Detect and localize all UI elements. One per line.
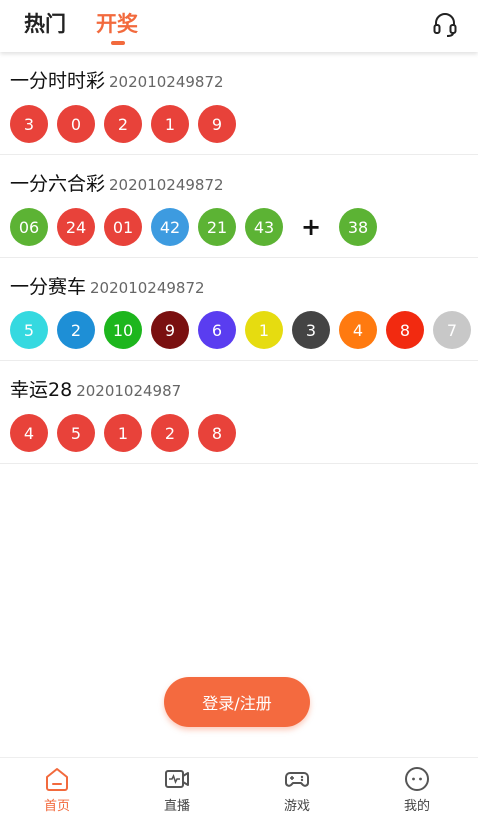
lottery-name: 一分六合彩 — [10, 173, 106, 195]
lottery-ball: 8 — [198, 414, 236, 452]
plus-separator: + — [300, 213, 322, 241]
lottery-ball: 4 — [10, 414, 48, 452]
lottery-results-list: 一分时时彩 202010249872 30219 一分六合彩 20201024987… — [0, 52, 478, 464]
gamepad-icon — [285, 772, 309, 787]
lottery-ball: 4 — [339, 311, 377, 349]
top-bar: 热门 开奖 — [0, 0, 478, 52]
nav-label: 游戏 — [283, 799, 310, 814]
ball-row: 5 2 10 9 6 1 3 4 8 7 — [10, 310, 478, 350]
nav-label: 首页 — [43, 799, 70, 814]
lottery-ball: 43 — [245, 208, 283, 246]
tab-hot[interactable]: 热门 — [24, 8, 66, 38]
nav-home[interactable]: 首页 — [17, 758, 97, 820]
nav-label: 直播 — [163, 799, 190, 814]
lottery-ball: 1 — [151, 105, 189, 143]
profile-icon — [405, 767, 429, 791]
lottery-ball: 3 — [10, 105, 48, 143]
tab-lottery-results[interactable]: 开奖 — [96, 8, 138, 38]
lottery-section[interactable]: 幸运28 20201024987 45128 — [0, 361, 478, 464]
lottery-ball: 01 — [104, 208, 142, 246]
nav-live[interactable]: 直播 — [137, 758, 217, 820]
lottery-section[interactable]: 一分时时彩 202010249872 30219 — [0, 52, 478, 155]
active-tab-indicator — [111, 41, 125, 45]
ball-row: 06 24 01 42 21 43 +38 — [10, 207, 386, 247]
lottery-ball: 3 — [292, 311, 330, 349]
lottery-ball: 21 — [198, 208, 236, 246]
lottery-section[interactable]: 一分六合彩 202010249872 06 24 01 42 21 43 +38 — [0, 155, 478, 258]
nav-mine[interactable]: 我的 — [377, 758, 457, 820]
issue-number: 202010249872 — [90, 279, 205, 297]
special-ball: 38 — [339, 208, 377, 246]
lottery-ball: 0 — [57, 105, 95, 143]
headset-icon[interactable] — [432, 12, 458, 38]
lottery-ball: 24 — [57, 208, 95, 246]
lottery-ball: 42 — [151, 208, 189, 246]
lottery-ball: 9 — [151, 311, 189, 349]
lottery-name: 一分赛车 — [10, 276, 87, 298]
issue-number: 202010249872 — [109, 176, 224, 194]
ball-row: 45128 — [10, 413, 245, 453]
lottery-ball: 5 — [10, 311, 48, 349]
lottery-ball: 2 — [151, 414, 189, 452]
lottery-ball: 1 — [104, 414, 142, 452]
lottery-name: 一分时时彩 — [10, 70, 106, 92]
live-video-icon — [165, 770, 189, 788]
lottery-section[interactable]: 一分赛车 202010249872 5 2 10 9 6 1 3 4 8 7 — [0, 258, 478, 361]
login-register-button[interactable]: 登录/注册 — [164, 677, 310, 727]
lottery-ball: 7 — [433, 311, 471, 349]
lottery-ball: 2 — [104, 105, 142, 143]
nav-games[interactable]: 游戏 — [257, 758, 337, 820]
nav-label: 我的 — [403, 799, 430, 814]
lottery-ball: 1 — [245, 311, 283, 349]
bottom-nav: 首页 直播 游戏 我的 — [0, 757, 478, 820]
lottery-ball: 06 — [10, 208, 48, 246]
lottery-ball: 5 — [57, 414, 95, 452]
issue-number: 20201024987 — [76, 382, 182, 400]
lottery-ball: 8 — [386, 311, 424, 349]
issue-number: 202010249872 — [109, 73, 224, 91]
home-icon — [46, 768, 68, 791]
lottery-ball: 2 — [57, 311, 95, 349]
lottery-ball: 10 — [104, 311, 142, 349]
lottery-name: 幸运28 — [10, 379, 73, 401]
lottery-ball: 6 — [198, 311, 236, 349]
ball-row: 30219 — [10, 104, 245, 144]
lottery-ball: 9 — [198, 105, 236, 143]
